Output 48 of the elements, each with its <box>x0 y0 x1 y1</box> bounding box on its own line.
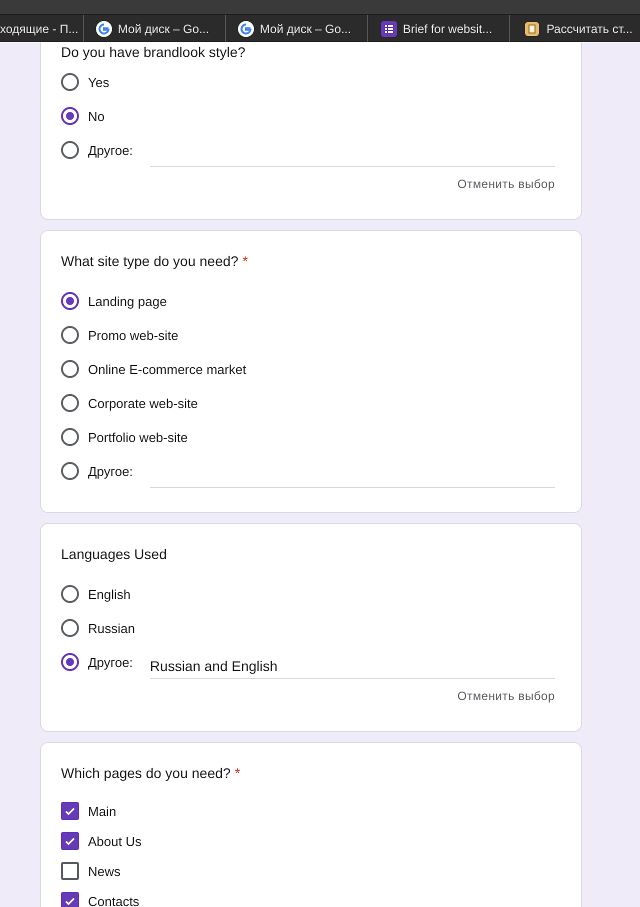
radio-button[interactable] <box>61 107 79 125</box>
option-label: Main <box>88 804 116 818</box>
radio-button[interactable] <box>61 292 79 310</box>
question-title: Which pages do you need? * <box>61 764 242 783</box>
other-input-field[interactable]: Russian and English <box>150 654 555 678</box>
check-icon <box>64 895 76 907</box>
option-label: Contacts <box>88 894 140 907</box>
clear-selection-button[interactable]: Отменить выбор <box>457 685 555 707</box>
option-label: Landing page <box>88 294 167 308</box>
radio-button[interactable] <box>61 394 79 412</box>
option-label: Russian <box>88 620 135 636</box>
checkbox[interactable] <box>61 802 79 820</box>
option-label: Online E-commerce market <box>88 362 246 376</box>
radio-button[interactable] <box>61 326 79 344</box>
option-label: About Us <box>88 834 142 848</box>
box-icon <box>524 20 540 36</box>
question-title: Languages Used <box>61 545 168 564</box>
option-label: Другое: <box>88 464 133 478</box>
option-label: No <box>88 108 105 124</box>
required-mark: * <box>242 253 248 269</box>
checkbox[interactable] <box>61 832 79 850</box>
radio-button[interactable] <box>61 360 79 378</box>
check-icon <box>64 805 76 817</box>
g-logo-icon <box>96 20 112 36</box>
radio-button[interactable] <box>61 653 79 671</box>
radio-button[interactable] <box>61 141 79 159</box>
checkbox[interactable] <box>61 892 79 907</box>
option-label: Promo web-site <box>88 328 178 342</box>
g-logo-icon <box>238 20 254 36</box>
radio-button[interactable] <box>61 619 79 637</box>
option-label: Corporate web-site <box>88 396 198 410</box>
option-label: News <box>88 864 121 878</box>
option-label: Другое: <box>88 142 133 158</box>
clear-selection-button[interactable]: Отменить выбор <box>457 173 555 195</box>
required-mark: * <box>234 765 240 781</box>
question-title: What site type do you need? * <box>61 252 249 271</box>
radio-button[interactable] <box>61 462 79 480</box>
option-label: Portfolio web-site <box>88 430 188 444</box>
radio-button[interactable] <box>61 428 79 446</box>
radio-button[interactable] <box>61 585 79 603</box>
option-label: Другое: <box>88 654 133 670</box>
check-icon <box>64 835 76 847</box>
option-label: English <box>88 586 131 602</box>
radio-button[interactable] <box>61 73 79 91</box>
form-list-icon <box>380 20 397 36</box>
checkbox[interactable] <box>61 862 79 880</box>
option-label: Yes <box>88 74 110 90</box>
question-title: Do you have brandlook style? <box>61 43 246 62</box>
